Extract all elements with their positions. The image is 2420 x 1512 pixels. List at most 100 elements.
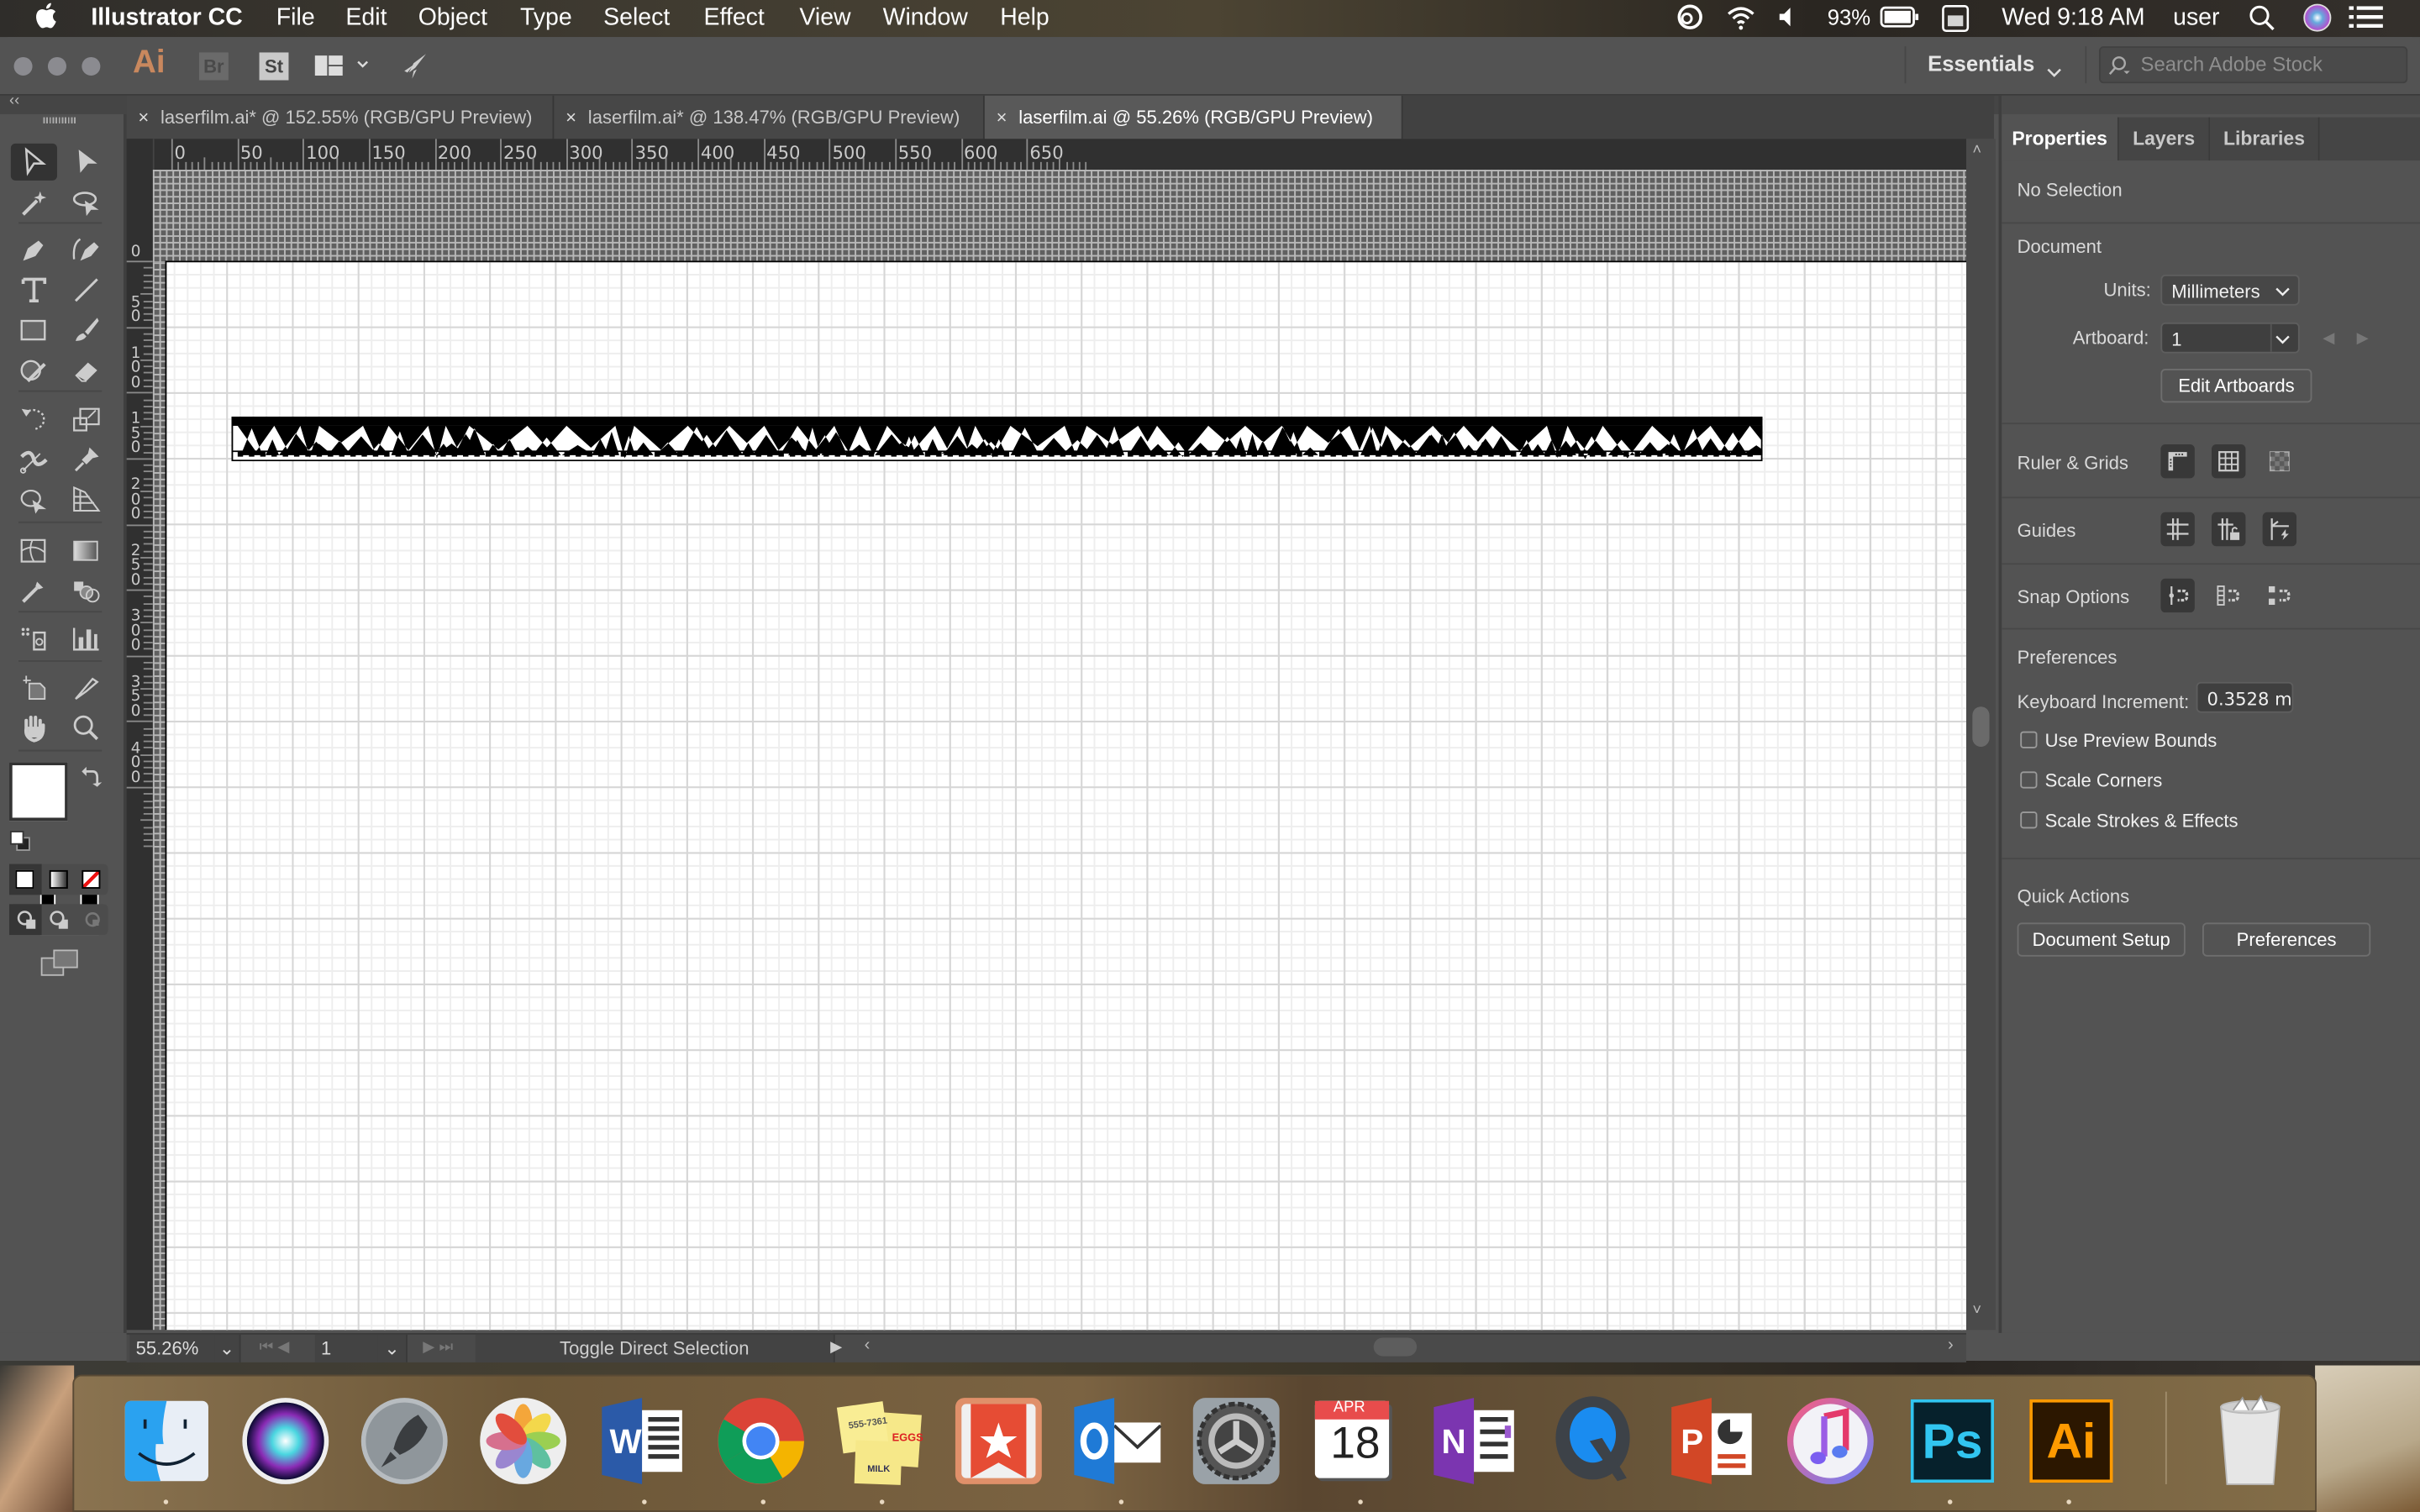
next-artboard-icon[interactable]: ▶	[2357, 330, 2369, 347]
window-close-button[interactable]	[13, 56, 33, 76]
smart-guides-button[interactable]	[2262, 512, 2297, 547]
window-minimize-button[interactable]	[47, 56, 66, 76]
rectangle-tool[interactable]	[11, 312, 57, 349]
menu-window[interactable]: Window	[883, 5, 968, 33]
horizontal-ruler[interactable]: 0 50 100 150 200 250 300 350 400 450 500 550 600 650	[126, 139, 1966, 171]
dock-system-preferences[interactable]	[1190, 1394, 1282, 1487]
scroll-thumb[interactable]	[1373, 1337, 1418, 1357]
toggle-grid-button[interactable]	[2212, 444, 2246, 479]
scroll-right-icon[interactable]: ›	[1948, 1336, 1954, 1355]
dock-launchpad[interactable]	[358, 1394, 450, 1487]
eyedropper-tool[interactable]	[11, 572, 57, 609]
scroll-thumb[interactable]	[1972, 706, 1990, 747]
next-artboard-icon[interactable]: ▶ ⏭	[423, 1335, 453, 1362]
scale-tool[interactable]	[63, 402, 109, 438]
volume-icon[interactable]	[1776, 3, 1795, 39]
artboard-dropdown-icon[interactable]: ⌄	[377, 1334, 408, 1362]
document-setup-button[interactable]: Document Setup	[2017, 922, 2186, 957]
ruler-origin[interactable]	[126, 139, 155, 171]
puppet-warp-tool[interactable]	[63, 441, 109, 478]
dock-wunderlist[interactable]	[952, 1394, 1044, 1487]
search-placeholder[interactable]: Search Adobe Stock	[2141, 52, 2323, 76]
user-menu[interactable]: user	[2173, 5, 2219, 33]
artboard-number-field[interactable]: 1	[314, 1334, 385, 1362]
scale-strokes-effects-label[interactable]: Scale Strokes & Effects	[2045, 810, 2238, 832]
menu-type[interactable]: Type	[520, 5, 572, 33]
collapse-toolbar-icon[interactable]: ‹‹	[9, 92, 19, 109]
eraser-tool[interactable]	[63, 352, 109, 389]
fill-swatch[interactable]	[9, 762, 68, 822]
symbol-sprayer-tool[interactable]	[11, 620, 57, 657]
lock-guides-button[interactable]	[2212, 512, 2246, 547]
draw-normal-icon[interactable]	[15, 909, 37, 938]
scale-corners-label[interactable]: Scale Corners	[2045, 770, 2163, 792]
menu-view[interactable]: View	[799, 5, 850, 33]
width-tool[interactable]	[11, 441, 57, 478]
dock-outlook[interactable]	[1071, 1394, 1164, 1487]
magic-wand-tool[interactable]	[11, 185, 57, 222]
toggle-rulers-button[interactable]	[2160, 444, 2195, 479]
menu-effect[interactable]: Effect	[704, 5, 765, 33]
scale-corners-checkbox[interactable]	[2020, 771, 2038, 789]
laser-film-artwork[interactable]	[231, 416, 1763, 462]
status-menu-arrow-icon[interactable]: ▶	[830, 1335, 842, 1362]
menu-edit[interactable]: Edit	[345, 5, 387, 33]
artboard-value[interactable]: 1	[2171, 328, 2181, 350]
preferences-button[interactable]: Preferences	[2202, 922, 2371, 957]
units-dropdown[interactable]: Millimeters	[2160, 274, 2300, 306]
close-tab-icon[interactable]: ×	[985, 96, 1018, 140]
canvas[interactable]	[152, 170, 1966, 1331]
slice-tool[interactable]	[63, 669, 109, 706]
snap-to-pixel-button[interactable]	[2263, 579, 2296, 612]
direct-selection-tool[interactable]	[63, 144, 109, 181]
use-preview-bounds-checkbox[interactable]	[2020, 731, 2038, 748]
dock-photos[interactable]	[477, 1394, 570, 1487]
none-mode-button[interactable]	[82, 869, 101, 889]
artboard-tool[interactable]	[11, 669, 57, 706]
toolbar-grip[interactable]	[43, 117, 77, 123]
snap-to-grid-button[interactable]	[2212, 579, 2245, 612]
mesh-tool[interactable]	[11, 533, 57, 570]
scale-strokes-effects-checkbox[interactable]	[2020, 811, 2038, 829]
dock-chrome[interactable]	[714, 1394, 807, 1487]
zoom-tool[interactable]	[63, 710, 109, 747]
vertical-scrollbar[interactable]: ˄ ˅	[1965, 139, 1996, 1331]
siri-icon[interactable]	[2302, 3, 2332, 40]
selection-tool[interactable]	[10, 143, 57, 181]
document-tab-3-active[interactable]: × laserfilm.ai @ 55.26% (RGB/GPU Preview)	[984, 95, 1403, 140]
menu-object[interactable]: Object	[418, 5, 487, 33]
previous-artboard-icon[interactable]: ◀	[2323, 330, 2334, 347]
wifi-icon[interactable]	[1725, 3, 1756, 39]
dock-finder[interactable]	[120, 1394, 213, 1487]
document-tab-1[interactable]: × laserfilm.ai* @ 152.55% (RGB/GPU Previe…	[126, 95, 555, 140]
gradient-tool[interactable]	[63, 533, 109, 570]
paintbrush-tool[interactable]	[63, 312, 109, 349]
toggle-guides-button[interactable]	[2160, 512, 2195, 547]
default-fill-stroke-icon[interactable]	[9, 830, 31, 859]
lasso-tool[interactable]	[63, 185, 109, 222]
scroll-down-icon[interactable]: ˅	[1972, 1302, 1981, 1319]
shaper-tool[interactable]	[11, 352, 57, 389]
close-tab-icon[interactable]: ×	[127, 96, 160, 140]
first-artboard-icon[interactable]: ⏮ ◀	[260, 1335, 290, 1362]
vertical-ruler[interactable]: 0 50 100 150 200 250 300 350 400	[126, 170, 153, 1331]
dock-word[interactable]: W	[596, 1394, 688, 1487]
notification-center-icon[interactable]	[2349, 6, 2383, 35]
keyboard-increment-input[interactable]: 0.3528 mr	[2196, 681, 2294, 713]
dock-illustrator[interactable]: Ai	[2025, 1394, 2118, 1487]
draw-inside-icon[interactable]	[82, 909, 103, 938]
tab-label[interactable]: laserfilm.ai @ 55.26% (RGB/GPU Preview)	[1018, 107, 1373, 129]
scroll-left-icon[interactable]: ‹	[865, 1336, 871, 1355]
gpu-performance-icon[interactable]	[400, 51, 431, 90]
window-zoom-button[interactable]	[82, 56, 101, 76]
apple-menu-icon[interactable]	[34, 2, 57, 37]
artboard-select[interactable]: 1	[2160, 322, 2300, 354]
perspective-grid-tool[interactable]	[63, 481, 109, 518]
snap-to-point-button[interactable]	[2160, 578, 2195, 613]
dock-photoshop[interactable]: Ps	[1906, 1394, 1998, 1487]
rotate-tool[interactable]	[11, 402, 57, 438]
dock-trash[interactable]	[2204, 1394, 2296, 1487]
tab-layers[interactable]: Layers	[2118, 117, 2211, 161]
horizontal-scrollbar[interactable]: ‹ ›	[864, 1334, 1966, 1360]
battery-icon[interactable]	[1880, 6, 1920, 35]
